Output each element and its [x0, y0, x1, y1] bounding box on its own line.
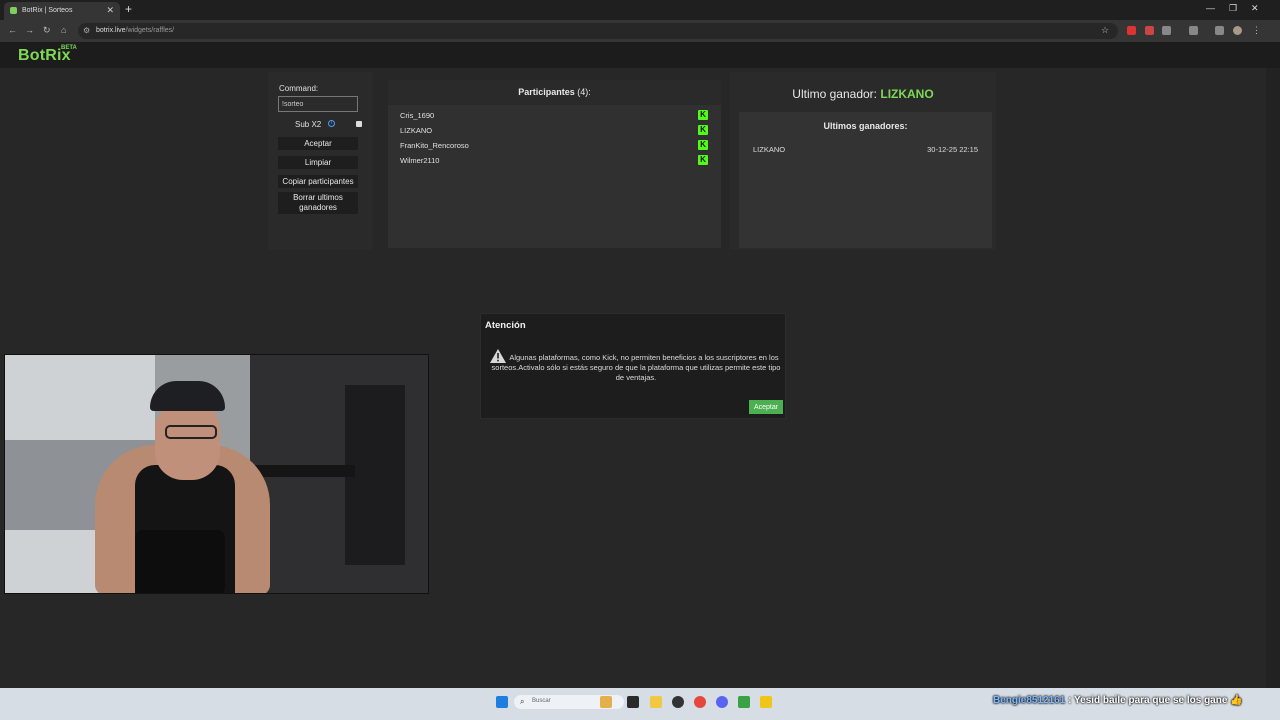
webcam-desk: [255, 465, 355, 477]
url-path: /widgets/raffles/: [125, 27, 175, 34]
delete-last-winners-button[interactable]: Borrar ultimos ganadores: [278, 192, 358, 214]
participant-name: Cris_1690: [400, 111, 435, 120]
extension-icon[interactable]: [1145, 26, 1154, 35]
webcam-person-head: [155, 400, 220, 480]
media-icon[interactable]: [1215, 26, 1224, 35]
webcam-cap: [150, 381, 225, 411]
address-bar[interactable]: ⚙ botrix.live/widgets/raffles/: [78, 23, 1118, 39]
webcam-overlay: [4, 354, 429, 594]
kick-platform-icon: K: [698, 110, 708, 120]
extensions-puzzle-icon[interactable]: [1162, 26, 1171, 35]
emoji-icon: 👍: [1230, 695, 1243, 706]
copy-participants-button[interactable]: Copiar participantes: [278, 175, 358, 188]
chat-username: Bengie8512161: [993, 695, 1066, 706]
raffle-controls-panel: Command: Sub X2 i Aceptar Limpiar Copiar…: [268, 72, 373, 250]
forward-icon[interactable]: →: [25, 25, 34, 35]
info-icon[interactable]: i: [328, 120, 335, 127]
back-icon[interactable]: ←: [8, 25, 17, 35]
clear-button[interactable]: Limpiar: [278, 156, 358, 169]
command-label: Command:: [279, 84, 319, 93]
dialog-accept-button[interactable]: Aceptar: [749, 400, 783, 414]
widgets-icon[interactable]: [600, 696, 612, 708]
scrollbar[interactable]: [1266, 68, 1280, 688]
home-icon[interactable]: ⌂: [61, 25, 66, 35]
site-info-icon[interactable]: ⚙: [83, 26, 90, 35]
sub-x2-checkbox[interactable]: [356, 121, 362, 127]
file-explorer-icon[interactable]: [650, 696, 662, 708]
attention-dialog: Atención Algunas plataformas, como Kick,…: [480, 313, 786, 419]
windows-start-icon[interactable]: [496, 696, 508, 708]
botrix-favicon-icon: [10, 7, 17, 14]
chrome-icon[interactable]: [694, 696, 706, 708]
reload-icon[interactable]: ↻: [43, 25, 51, 36]
winner-entry-name: LIZKANO: [753, 145, 786, 154]
webcam-glasses: [165, 425, 217, 439]
webcam-microphone: [135, 530, 225, 593]
new-tab-icon[interactable]: +: [125, 2, 132, 16]
accept-button[interactable]: Aceptar: [278, 137, 358, 150]
participants-title: Participantes: [518, 87, 575, 97]
app-header: BotRix BETA: [0, 42, 1280, 68]
last-winner-name: LIZKANO: [880, 87, 934, 101]
last-winners-list: Ultimos ganadores: LIZKANO 30-12-25 22:1…: [739, 112, 992, 248]
taskbar-search-placeholder: Buscar: [532, 698, 551, 704]
winner-panel: Ultimo ganador: LIZKANO Ultimos ganadore…: [730, 72, 996, 250]
search-icon: ⌕: [520, 697, 525, 706]
tab-title: BotRix | Sorteos: [22, 7, 73, 14]
chat-separator: :: [1068, 695, 1072, 706]
dialog-message: Algunas plataformas, como Kick, no permi…: [491, 353, 781, 382]
minecraft-icon[interactable]: [738, 696, 750, 708]
kick-platform-icon: K: [698, 125, 708, 135]
winner-entry-date: 30-12-25 22:15: [927, 145, 978, 154]
participants-count: (4):: [577, 87, 591, 97]
url-host: botrix.live: [96, 27, 126, 34]
participant-name: LIZKANO: [400, 126, 433, 135]
last-winners-title: Ultimos ganadores:: [823, 121, 908, 131]
participants-header: Participantes (4):: [388, 80, 721, 105]
window-close-icon[interactable]: ✕: [1251, 3, 1259, 14]
cast-icon[interactable]: [1189, 26, 1198, 35]
profile-avatar-icon[interactable]: [1233, 26, 1242, 35]
beta-badge: BETA: [61, 45, 77, 51]
last-winner-label: Ultimo ganador:: [792, 87, 878, 101]
menu-dots-icon[interactable]: ⋮: [1252, 25, 1261, 36]
terminal-icon[interactable]: [627, 696, 639, 708]
participant-name: FranKito_Rencoroso: [400, 141, 469, 150]
dialog-title: Atención: [485, 320, 526, 331]
participant-row: FranKito_Rencoroso K: [388, 138, 721, 152]
participant-row: Cris_1690 K: [388, 108, 721, 122]
browser-tab[interactable]: BotRix | Sorteos ✕: [4, 2, 120, 20]
chat-text: Yesid baile para que se los gane: [1074, 695, 1228, 706]
obs-icon[interactable]: [672, 696, 684, 708]
sub-x2-label: Sub X2: [295, 120, 322, 129]
maximize-icon[interactable]: ❐: [1229, 3, 1237, 14]
participants-panel: Participantes (4): Cris_1690 K LIZKANO K…: [388, 80, 721, 248]
command-input[interactable]: [278, 96, 358, 112]
kick-platform-icon: K: [698, 140, 708, 150]
discord-icon[interactable]: [716, 696, 728, 708]
last-winner-heading: Ultimo ganador: LIZKANO: [730, 87, 996, 101]
warning-app-icon[interactable]: [760, 696, 772, 708]
browser-tab-bar: BotRix | Sorteos ✕ + — ❐ ✕: [0, 0, 1280, 20]
close-tab-icon[interactable]: ✕: [106, 5, 114, 16]
participant-name: Wilmer2110: [400, 156, 440, 165]
kick-platform-icon: K: [698, 155, 708, 165]
browser-toolbar: ← → ↻ ⌂ ⚙ botrix.live/widgets/raffles/ ☆…: [0, 20, 1280, 42]
chat-message-overlay: Bengie8512161 : Yesid baile para que se …: [993, 695, 1243, 706]
participant-row: LIZKANO K: [388, 123, 721, 137]
participant-row: Wilmer2110 K: [388, 153, 721, 167]
minimize-icon[interactable]: —: [1206, 3, 1215, 13]
extension-icon[interactable]: [1127, 26, 1136, 35]
bookmark-star-icon[interactable]: ☆: [1101, 25, 1109, 36]
